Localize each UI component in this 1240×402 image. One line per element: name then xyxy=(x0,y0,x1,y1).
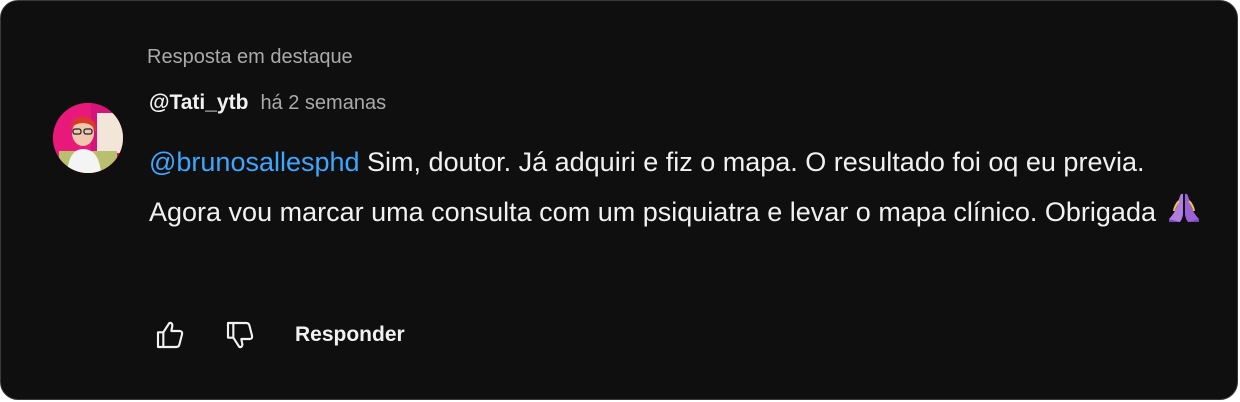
comment-card: Resposta em destaque @Tati_ytb há 2 sema… xyxy=(0,0,1238,400)
author-name[interactable]: @Tati_ytb xyxy=(149,91,248,115)
comment-meta: @Tati_ytb há 2 semanas xyxy=(149,91,386,119)
comment-body: @brunosallesphd Sim, doutor. Já adquiri … xyxy=(149,137,1209,239)
avatar-image xyxy=(53,103,123,173)
dislike-button[interactable] xyxy=(221,317,259,353)
thumbs-up-icon xyxy=(156,321,184,349)
highlighted-reply-label: Resposta em destaque xyxy=(147,46,353,68)
like-button[interactable] xyxy=(151,317,189,353)
avatar[interactable] xyxy=(53,103,123,173)
comment-timestamp[interactable]: há 2 semanas xyxy=(260,92,386,115)
comment-actions: Responder xyxy=(151,317,405,353)
thumbs-down-icon xyxy=(226,321,254,349)
reply-button[interactable]: Responder xyxy=(295,323,405,347)
mention-link[interactable]: @brunosallesphd xyxy=(149,147,360,177)
folded-hands-icon xyxy=(1166,189,1202,239)
